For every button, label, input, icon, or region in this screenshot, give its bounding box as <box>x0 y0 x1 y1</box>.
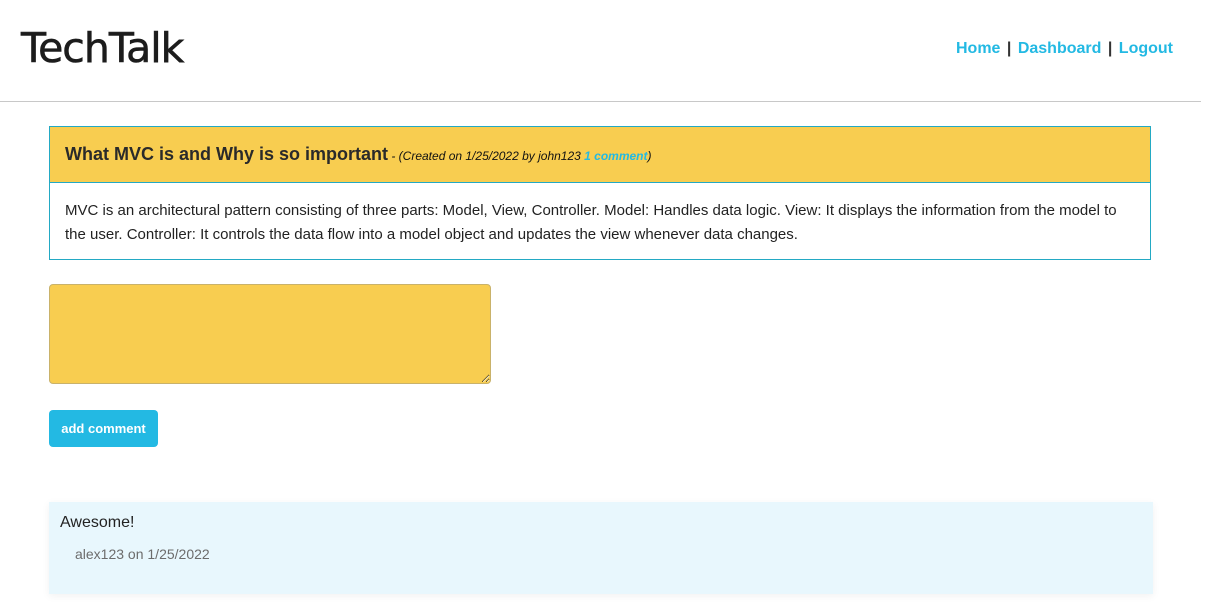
site-logo[interactable]: TechTalk <box>21 24 185 73</box>
site-header: TechTalk Home | Dashboard | Logout <box>0 0 1201 102</box>
post-card: What MVC is and Why is so important - (C… <box>49 126 1151 260</box>
post-body: MVC is an architectural pattern consisti… <box>65 202 1117 243</box>
comment-textarea[interactable] <box>49 284 491 384</box>
add-comment-button[interactable]: add comment <box>49 410 158 447</box>
comment-item: Awesome! alex123 on 1/25/2022 <box>49 502 1153 594</box>
nav-separator: | <box>1107 40 1113 57</box>
post-title: What MVC is and Why is so important <box>65 144 389 164</box>
post-meta: - (Created on 1/25/2022 by john123 1 com… <box>388 149 652 163</box>
comment-meta: alex123 on 1/25/2022 <box>75 546 210 562</box>
post-header: What MVC is and Why is so important - (C… <box>50 127 1150 183</box>
nav-home-link[interactable]: Home <box>956 40 1000 57</box>
nav-logout-link[interactable]: Logout <box>1119 40 1173 57</box>
post-meta-suffix: ) <box>647 149 652 163</box>
post-comment-count-link[interactable]: 1 comment <box>584 149 647 163</box>
nav-separator: | <box>1006 40 1012 57</box>
comment-text: Awesome! <box>60 514 135 531</box>
nav-dashboard-link[interactable]: Dashboard <box>1018 40 1102 57</box>
post-meta-prefix: - (Created on 1/25/2022 by john123 <box>388 149 585 163</box>
main-nav: Home | Dashboard | Logout <box>956 39 1173 59</box>
